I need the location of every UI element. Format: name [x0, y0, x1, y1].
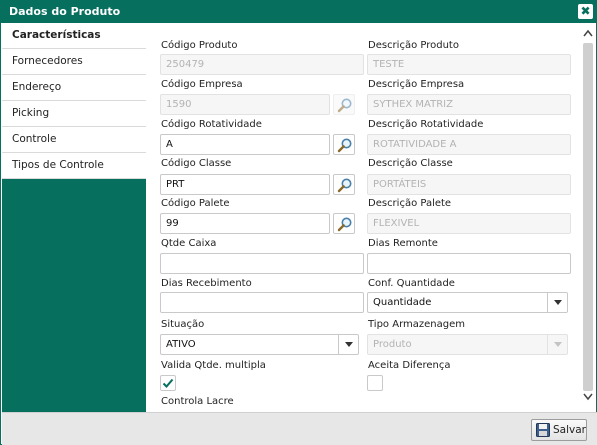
conf-quantidade-select[interactable]: Quantidade: [367, 292, 568, 313]
codigo-classe-field[interactable]: PRT: [160, 174, 330, 195]
sidebar: Características Fornecedores Endereço Pi…: [2, 23, 146, 412]
aceita-diferenca-label: Aceita Diferença: [368, 360, 451, 371]
codigo-empresa-lookup-button[interactable]: [333, 94, 355, 115]
situacao-dropdown-button[interactable]: [338, 335, 358, 354]
chevron-down-icon: [554, 342, 562, 347]
floppy-disk-icon: [536, 423, 550, 437]
codigo-palete-lookup-button[interactable]: [333, 213, 355, 234]
sidebar-item-picking[interactable]: Picking: [2, 101, 146, 127]
title-bar: Dados do Produto ✖: [1, 1, 596, 23]
codigo-produto-label: Código Produto: [161, 40, 238, 51]
dias-recebimento-field[interactable]: [160, 292, 364, 313]
codigo-rotatividade-field[interactable]: A: [160, 134, 330, 155]
sidebar-item-fornecedores[interactable]: Fornecedores: [2, 49, 146, 75]
descricao-empresa-label: Descrição Empresa: [368, 79, 465, 90]
dias-remonte-label: Dias Remonte: [368, 238, 438, 249]
save-button[interactable]: Salvar: [531, 419, 587, 441]
tipo-armazenagem-dropdown-button[interactable]: [547, 335, 567, 354]
descricao-produto-label: Descrição Produto: [368, 40, 459, 51]
descricao-classe-label: Descrição Classe: [368, 158, 453, 169]
codigo-classe-lookup-button[interactable]: [333, 174, 355, 195]
dias-remonte-field[interactable]: [367, 253, 571, 274]
valida-qtde-multipla-checkbox[interactable]: [160, 375, 176, 391]
tipo-armazenagem-label: Tipo Armazenagem: [368, 319, 465, 330]
codigo-rotatividade-label: Código Rotatividade: [161, 119, 262, 130]
descricao-rotatividade-field[interactable]: ROTATIVIDADE A: [367, 134, 571, 155]
dias-recebimento-label: Dias Recebimento: [161, 278, 252, 289]
qtde-caixa-field[interactable]: [160, 253, 364, 274]
checkmark-icon: [162, 378, 174, 388]
magnifier-icon: [337, 178, 352, 193]
descricao-empresa-field[interactable]: SYTHEX MATRIZ: [367, 94, 571, 115]
sidebar-item-tipos-de-controle[interactable]: Tipos de Controle: [2, 153, 146, 179]
magnifier-icon: [337, 98, 352, 113]
dialog-footer: Salvar: [2, 412, 597, 445]
conf-quantidade-value: Quantidade: [373, 297, 432, 308]
conf-quantidade-dropdown-button[interactable]: [547, 293, 567, 312]
dialog-title: Dados do Produto: [9, 5, 121, 18]
tipo-armazenagem-value: Produto: [373, 339, 412, 350]
qtde-caixa-label: Qtde Caixa: [161, 238, 217, 249]
sidebar-item-controle[interactable]: Controle: [2, 127, 146, 153]
codigo-palete-label: Código Palete: [161, 198, 230, 209]
sidebar-item-endereco[interactable]: Endereço: [2, 75, 146, 101]
aceita-diferenca-checkbox[interactable]: [367, 375, 383, 391]
scroll-down-icon[interactable]: [582, 389, 594, 403]
form-panel: Código Produto 250479 Descrição Produto …: [147, 23, 579, 412]
chevron-down-icon: [345, 342, 353, 347]
vertical-scrollbar[interactable]: [580, 23, 596, 412]
codigo-classe-label: Código Classe: [161, 158, 232, 169]
situacao-label: Situação: [161, 319, 205, 330]
codigo-empresa-label: Código Empresa: [161, 79, 243, 90]
situacao-value: ATIVO: [166, 339, 196, 350]
descricao-palete-label: Descrição Palete: [368, 198, 452, 209]
chevron-down-icon: [554, 300, 562, 305]
close-icon[interactable]: ✖: [578, 4, 593, 19]
codigo-palete-field[interactable]: 99: [160, 213, 330, 234]
valida-qtde-multipla-label: Valida Qtde. multipla: [161, 360, 266, 371]
scrollbar-thumb[interactable]: [583, 43, 593, 391]
codigo-produto-field[interactable]: 250479: [160, 54, 364, 75]
controla-lacre-label: Controla Lacre: [161, 396, 234, 407]
product-dialog: Dados do Produto ✖ Características Forne…: [0, 0, 597, 445]
descricao-produto-field[interactable]: TESTE: [367, 54, 571, 75]
descricao-classe-field[interactable]: PORTÁTEIS: [367, 174, 571, 195]
conf-quantidade-label: Conf. Quantidade: [368, 278, 455, 289]
descricao-palete-field[interactable]: FLEXIVEL: [367, 213, 571, 234]
magnifier-icon: [337, 217, 352, 232]
save-button-label: Salvar: [553, 424, 586, 436]
magnifier-icon: [337, 138, 352, 153]
sidebar-item-caracteristicas[interactable]: Características: [2, 23, 146, 49]
tipo-armazenagem-select[interactable]: Produto: [367, 334, 568, 355]
codigo-rotatividade-lookup-button[interactable]: [333, 134, 355, 155]
descricao-rotatividade-label: Descrição Rotatividade: [368, 119, 484, 130]
situacao-select[interactable]: ATIVO: [160, 334, 359, 355]
codigo-empresa-field[interactable]: 1590: [160, 94, 330, 115]
scroll-up-icon[interactable]: [582, 27, 594, 41]
